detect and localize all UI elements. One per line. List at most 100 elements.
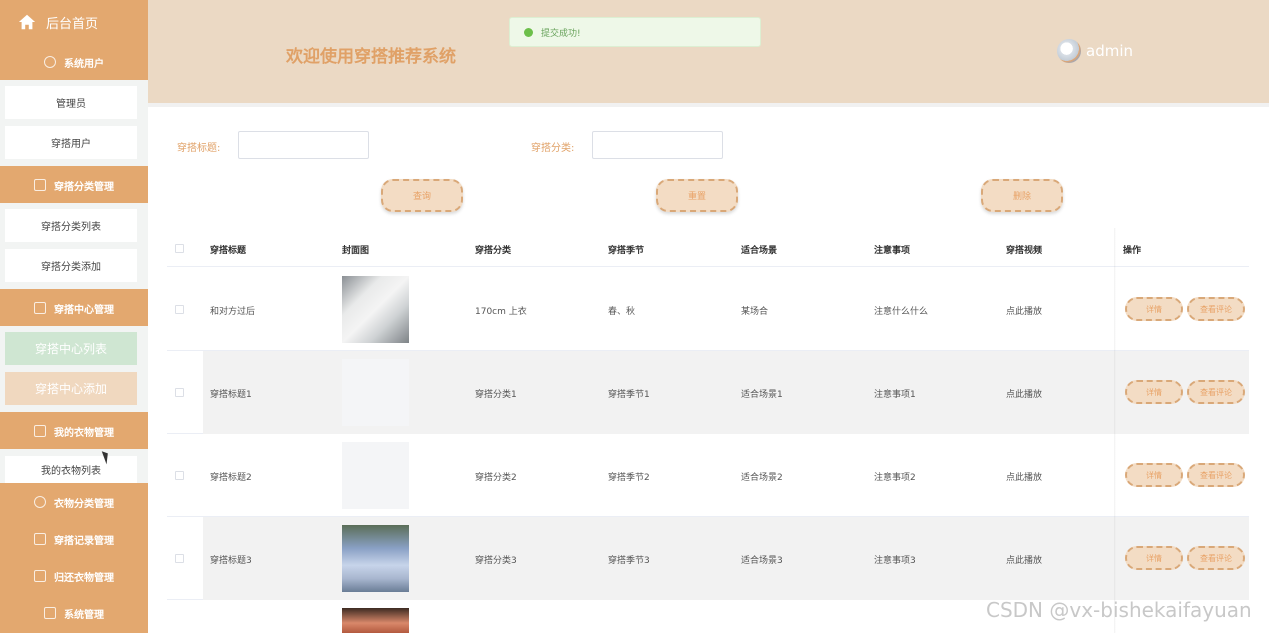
- cover-image: [342, 525, 409, 592]
- cover-image: [342, 442, 409, 509]
- cell-category: 穿搭分类1: [475, 390, 517, 400]
- title-search-label: 穿搭标题:: [177, 143, 221, 154]
- table-row[interactable]: 穿搭标题2 穿搭分类2 穿搭季节2 适合场景2 注意事项2 点此播放 详情 查看…: [167, 434, 1249, 517]
- title-search-input[interactable]: [238, 131, 369, 159]
- sidebar-group-label: 我的衣物管理: [54, 427, 114, 439]
- toast-message: 提交成功!: [541, 28, 581, 39]
- tag-icon: [34, 496, 46, 508]
- play-video-link[interactable]: 点此播放: [1006, 470, 1042, 483]
- sidebar-group-record-mgmt[interactable]: 穿搭记录管理: [0, 521, 148, 557]
- play-video-link[interactable]: 点此播放: [1006, 387, 1042, 400]
- cell-notes: 注意事项1: [874, 390, 916, 400]
- table-row[interactable]: 穿搭标题1 穿搭分类1 穿搭季节1 适合场景1 注意事项1 点此播放 详情 查看…: [167, 351, 1249, 434]
- sidebar-group-system-mgmt[interactable]: 系统管理: [0, 595, 148, 631]
- document-icon: [34, 302, 46, 314]
- cell-scene: 适合场景2: [741, 473, 783, 483]
- detail-button[interactable]: 详情: [1125, 546, 1183, 570]
- sidebar-group-return-mgmt[interactable]: 归还衣物管理: [0, 558, 148, 594]
- cell-season: 穿搭季节3: [608, 556, 650, 566]
- username[interactable]: admin: [1086, 42, 1133, 60]
- sidebar-group-label: 穿搭记录管理: [54, 535, 114, 547]
- column-header-title[interactable]: 穿搭标题: [210, 243, 246, 256]
- detail-button[interactable]: 详情: [1125, 463, 1183, 487]
- fixed-column-shadow: [1114, 228, 1116, 633]
- site-title: 欢迎使用穿搭推荐系统: [286, 47, 456, 67]
- column-header-video[interactable]: 穿搭视频: [1006, 243, 1042, 256]
- row-checkbox[interactable]: [175, 554, 184, 563]
- column-header-season[interactable]: 穿搭季节: [608, 243, 644, 256]
- table-row[interactable]: 穿搭标题3 穿搭分类3 穿搭季节3 适合场景3 注意事项3 点此播放 详情 查看…: [167, 517, 1249, 600]
- sidebar-group-label: 归还衣物管理: [54, 572, 114, 584]
- sidebar-group-label: 穿搭中心管理: [54, 304, 114, 316]
- home-icon: [18, 14, 36, 30]
- cell-title: 穿搭标题1: [210, 390, 252, 400]
- category-search-input[interactable]: [592, 131, 723, 159]
- edit-icon: [34, 179, 46, 191]
- play-video-link[interactable]: 点此播放: [1006, 304, 1042, 317]
- query-button[interactable]: 查询: [381, 179, 463, 212]
- success-toast: 提交成功!: [509, 17, 761, 47]
- sidebar-item-center-add[interactable]: 穿搭中心添加: [5, 372, 137, 405]
- cover-image: [342, 608, 409, 633]
- sidebar-group-clothes-category-mgmt[interactable]: 衣物分类管理: [0, 484, 148, 520]
- sidebar-group-my-clothes-mgmt[interactable]: 我的衣物管理: [0, 413, 148, 449]
- cell-scene: 适合场景3: [741, 556, 783, 566]
- return-icon: [34, 570, 46, 582]
- success-icon: [524, 27, 533, 37]
- user-icon: [44, 56, 56, 68]
- view-comments-button[interactable]: 查看评论: [1187, 463, 1245, 487]
- view-comments-button[interactable]: 查看评论: [1187, 297, 1245, 321]
- cell-category: 穿搭分类2: [475, 473, 517, 483]
- sidebar-item-center-list[interactable]: 穿搭中心列表: [5, 332, 137, 365]
- cover-image: [342, 359, 409, 426]
- sidebar-item-my-clothes-list[interactable]: 我的衣物列表: [5, 456, 137, 483]
- cell-title: 和对方过后: [210, 307, 256, 317]
- cell-season: 穿搭季节2: [608, 473, 650, 483]
- sidebar: 后台首页 系统用户 管理员 穿搭用户 穿搭分类管理 穿搭分类列表 穿搭分类添加 …: [0, 0, 148, 633]
- row-checkbox[interactable]: [175, 388, 184, 397]
- detail-button[interactable]: 详情: [1125, 297, 1183, 321]
- edit-icon: [34, 425, 46, 437]
- cell-notes: 注意什么什么: [874, 307, 929, 317]
- play-video-link[interactable]: 点此播放: [1006, 553, 1042, 566]
- sidebar-group-label: 穿搭分类管理: [54, 181, 114, 193]
- column-header-cover: 封面图: [342, 246, 370, 256]
- sidebar-group-system-users[interactable]: 系统用户: [0, 44, 148, 80]
- cover-image: [342, 276, 409, 343]
- column-header-category[interactable]: 穿搭分类: [475, 243, 511, 256]
- category-search-label: 穿搭分类:: [531, 143, 575, 154]
- cell-notes: 注意事项2: [874, 473, 916, 483]
- row-checkbox[interactable]: [175, 305, 184, 314]
- avatar[interactable]: [1057, 39, 1081, 63]
- column-header-scene[interactable]: 适合场景: [741, 243, 777, 256]
- sidebar-home-label: 后台首页: [46, 16, 99, 32]
- cell-season: 春、秋: [608, 307, 636, 317]
- app-window: { "sidebar": { "home_label": "后台首页", "gr…: [0, 0, 1269, 633]
- header-divider: [148, 103, 1269, 107]
- sidebar-group-center-mgmt[interactable]: 穿搭中心管理: [0, 290, 148, 326]
- reset-button[interactable]: 重置: [656, 179, 738, 212]
- cell-title: 穿搭标题2: [210, 473, 252, 483]
- sidebar-group-label: 系统管理: [64, 609, 104, 621]
- sidebar-item-admin[interactable]: 管理员: [5, 86, 137, 119]
- detail-button[interactable]: 详情: [1125, 380, 1183, 404]
- view-comments-button[interactable]: 查看评论: [1187, 546, 1245, 570]
- select-all-checkbox[interactable]: [175, 244, 184, 253]
- view-comments-button[interactable]: 查看评论: [1187, 380, 1245, 404]
- sidebar-item-users[interactable]: 穿搭用户: [5, 126, 137, 159]
- cell-notes: 注意事项3: [874, 556, 916, 566]
- row-checkbox[interactable]: [175, 471, 184, 480]
- sidebar-home[interactable]: 后台首页: [0, 0, 148, 44]
- cell-title: 穿搭标题3: [210, 556, 252, 566]
- cell-scene: 适合场景1: [741, 390, 783, 400]
- cell-category: 170cm 上衣: [475, 307, 527, 317]
- column-header-actions: 操作: [1123, 246, 1142, 256]
- delete-button[interactable]: 删除: [981, 179, 1063, 212]
- table-row[interactable]: 和对方过后 170cm 上衣 春、秋 某场合 注意什么什么 点此播放 详情 查看…: [167, 268, 1249, 351]
- cell-season: 穿搭季节1: [608, 390, 650, 400]
- sidebar-group-category-mgmt[interactable]: 穿搭分类管理: [0, 167, 148, 203]
- sidebar-item-category-list[interactable]: 穿搭分类列表: [5, 209, 137, 242]
- column-header-notes[interactable]: 注意事项: [874, 243, 910, 256]
- sidebar-group-label: 系统用户: [64, 58, 104, 70]
- sidebar-item-category-add[interactable]: 穿搭分类添加: [5, 249, 137, 282]
